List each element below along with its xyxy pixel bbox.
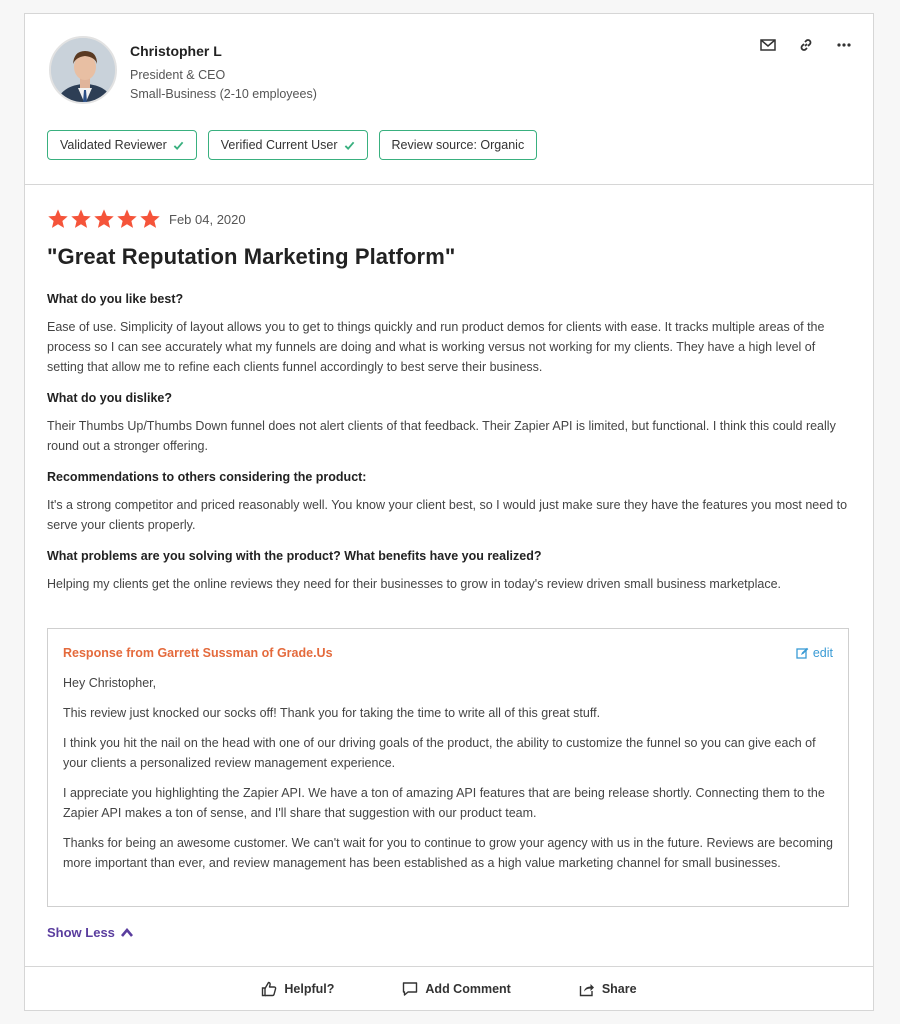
- answer: Their Thumbs Up/Thumbs Down funnel does …: [47, 419, 836, 453]
- add-comment-label: Add Comment: [425, 982, 511, 996]
- check-icon: [344, 141, 354, 150]
- badge-verified-current-user: Verified Current User: [207, 130, 368, 160]
- show-less-label: Show Less: [47, 925, 115, 940]
- helpful-label: Helpful?: [284, 982, 335, 996]
- reviewer-badges: Validated Reviewer Verified Current User…: [47, 130, 538, 160]
- more-icon[interactable]: [835, 36, 853, 54]
- show-less-button[interactable]: Show Less: [47, 925, 133, 940]
- rating-row: Feb 04, 2020: [47, 208, 853, 230]
- chevron-up-icon: [120, 928, 133, 937]
- reviewer-title: President & CEO: [130, 68, 226, 82]
- comment-icon: [403, 982, 418, 996]
- qa-recommendations: Recommendations to others considering th…: [47, 470, 853, 535]
- check-icon: [173, 141, 184, 150]
- share-label: Share: [601, 982, 637, 996]
- edit-button[interactable]: edit: [796, 646, 833, 660]
- review-actions: Helpful? Add Comment Share: [25, 966, 873, 1011]
- edit-icon: [796, 647, 809, 659]
- response-author: Response from Garrett Sussman of Grade.U…: [63, 646, 333, 660]
- review-header: Christopher L President & CEO Small-Busi…: [25, 14, 873, 185]
- question: What do you like best?: [47, 292, 184, 306]
- response-paragraph: Thanks for being an awesome customer. We…: [63, 836, 833, 870]
- thumbs-up-icon: [262, 981, 277, 997]
- question: What do you dislike?: [47, 391, 173, 405]
- star-icon: [71, 209, 91, 228]
- qa-problems-solved: What problems are you solving with the p…: [47, 549, 853, 594]
- response-paragraph: I appreciate you highlighting the Zapier…: [63, 786, 825, 820]
- link-icon[interactable]: [797, 36, 815, 54]
- review-body: Feb 04, 2020 "Great Reputation Marketing…: [47, 208, 853, 594]
- edit-label: edit: [812, 646, 833, 660]
- star-rating: [47, 208, 161, 230]
- qa-dislike: What do you dislike? Their Thumbs Up/Thu…: [47, 391, 853, 456]
- answer: Ease of use. Simplicity of layout allows…: [47, 320, 825, 374]
- header-actions: [759, 36, 853, 54]
- add-comment-button[interactable]: Add Comment: [402, 981, 511, 997]
- response-paragraph: I think you hit the nail on the head wit…: [63, 736, 816, 770]
- review-title: "Great Reputation Marketing Platform": [47, 244, 456, 269]
- badge-label: Verified Current User: [220, 138, 338, 152]
- answer: Helping my clients get the online review…: [47, 577, 781, 591]
- response-paragraph: Hey Christopher,: [63, 676, 157, 690]
- vendor-response: Response from Garrett Sussman of Grade.U…: [47, 628, 849, 907]
- star-icon: [94, 209, 114, 228]
- star-icon: [48, 209, 68, 228]
- star-icon: [117, 209, 137, 228]
- response-paragraph: This review just knocked our socks off! …: [63, 706, 601, 720]
- star-icon: [140, 209, 160, 228]
- helpful-button[interactable]: Helpful?: [261, 981, 334, 997]
- answer: It's a strong competitor and priced reas…: [47, 498, 848, 532]
- badge-label: Review source: Organic: [391, 138, 525, 152]
- reviewer-company-size: Small-Business (2-10 employees): [130, 87, 317, 101]
- question: What problems are you solving with the p…: [47, 549, 542, 563]
- badge-label: Validated Reviewer: [60, 138, 167, 152]
- share-icon: [579, 984, 594, 997]
- badge-validated-reviewer: Validated Reviewer: [47, 130, 197, 160]
- mail-icon[interactable]: [759, 36, 777, 54]
- question: Recommendations to others considering th…: [47, 470, 367, 484]
- review-card: Christopher L President & CEO Small-Busi…: [24, 13, 874, 1011]
- reviewer-name: Christopher L: [130, 43, 222, 59]
- review-date: Feb 04, 2020: [169, 211, 246, 227]
- qa-like-best: What do you like best? Ease of use. Simp…: [47, 292, 853, 377]
- avatar[interactable]: [49, 36, 117, 104]
- response-header: Response from Garrett Sussman of Grade.U…: [63, 645, 833, 661]
- share-button[interactable]: Share: [579, 981, 637, 997]
- badge-review-source: Review source: Organic: [378, 130, 538, 160]
